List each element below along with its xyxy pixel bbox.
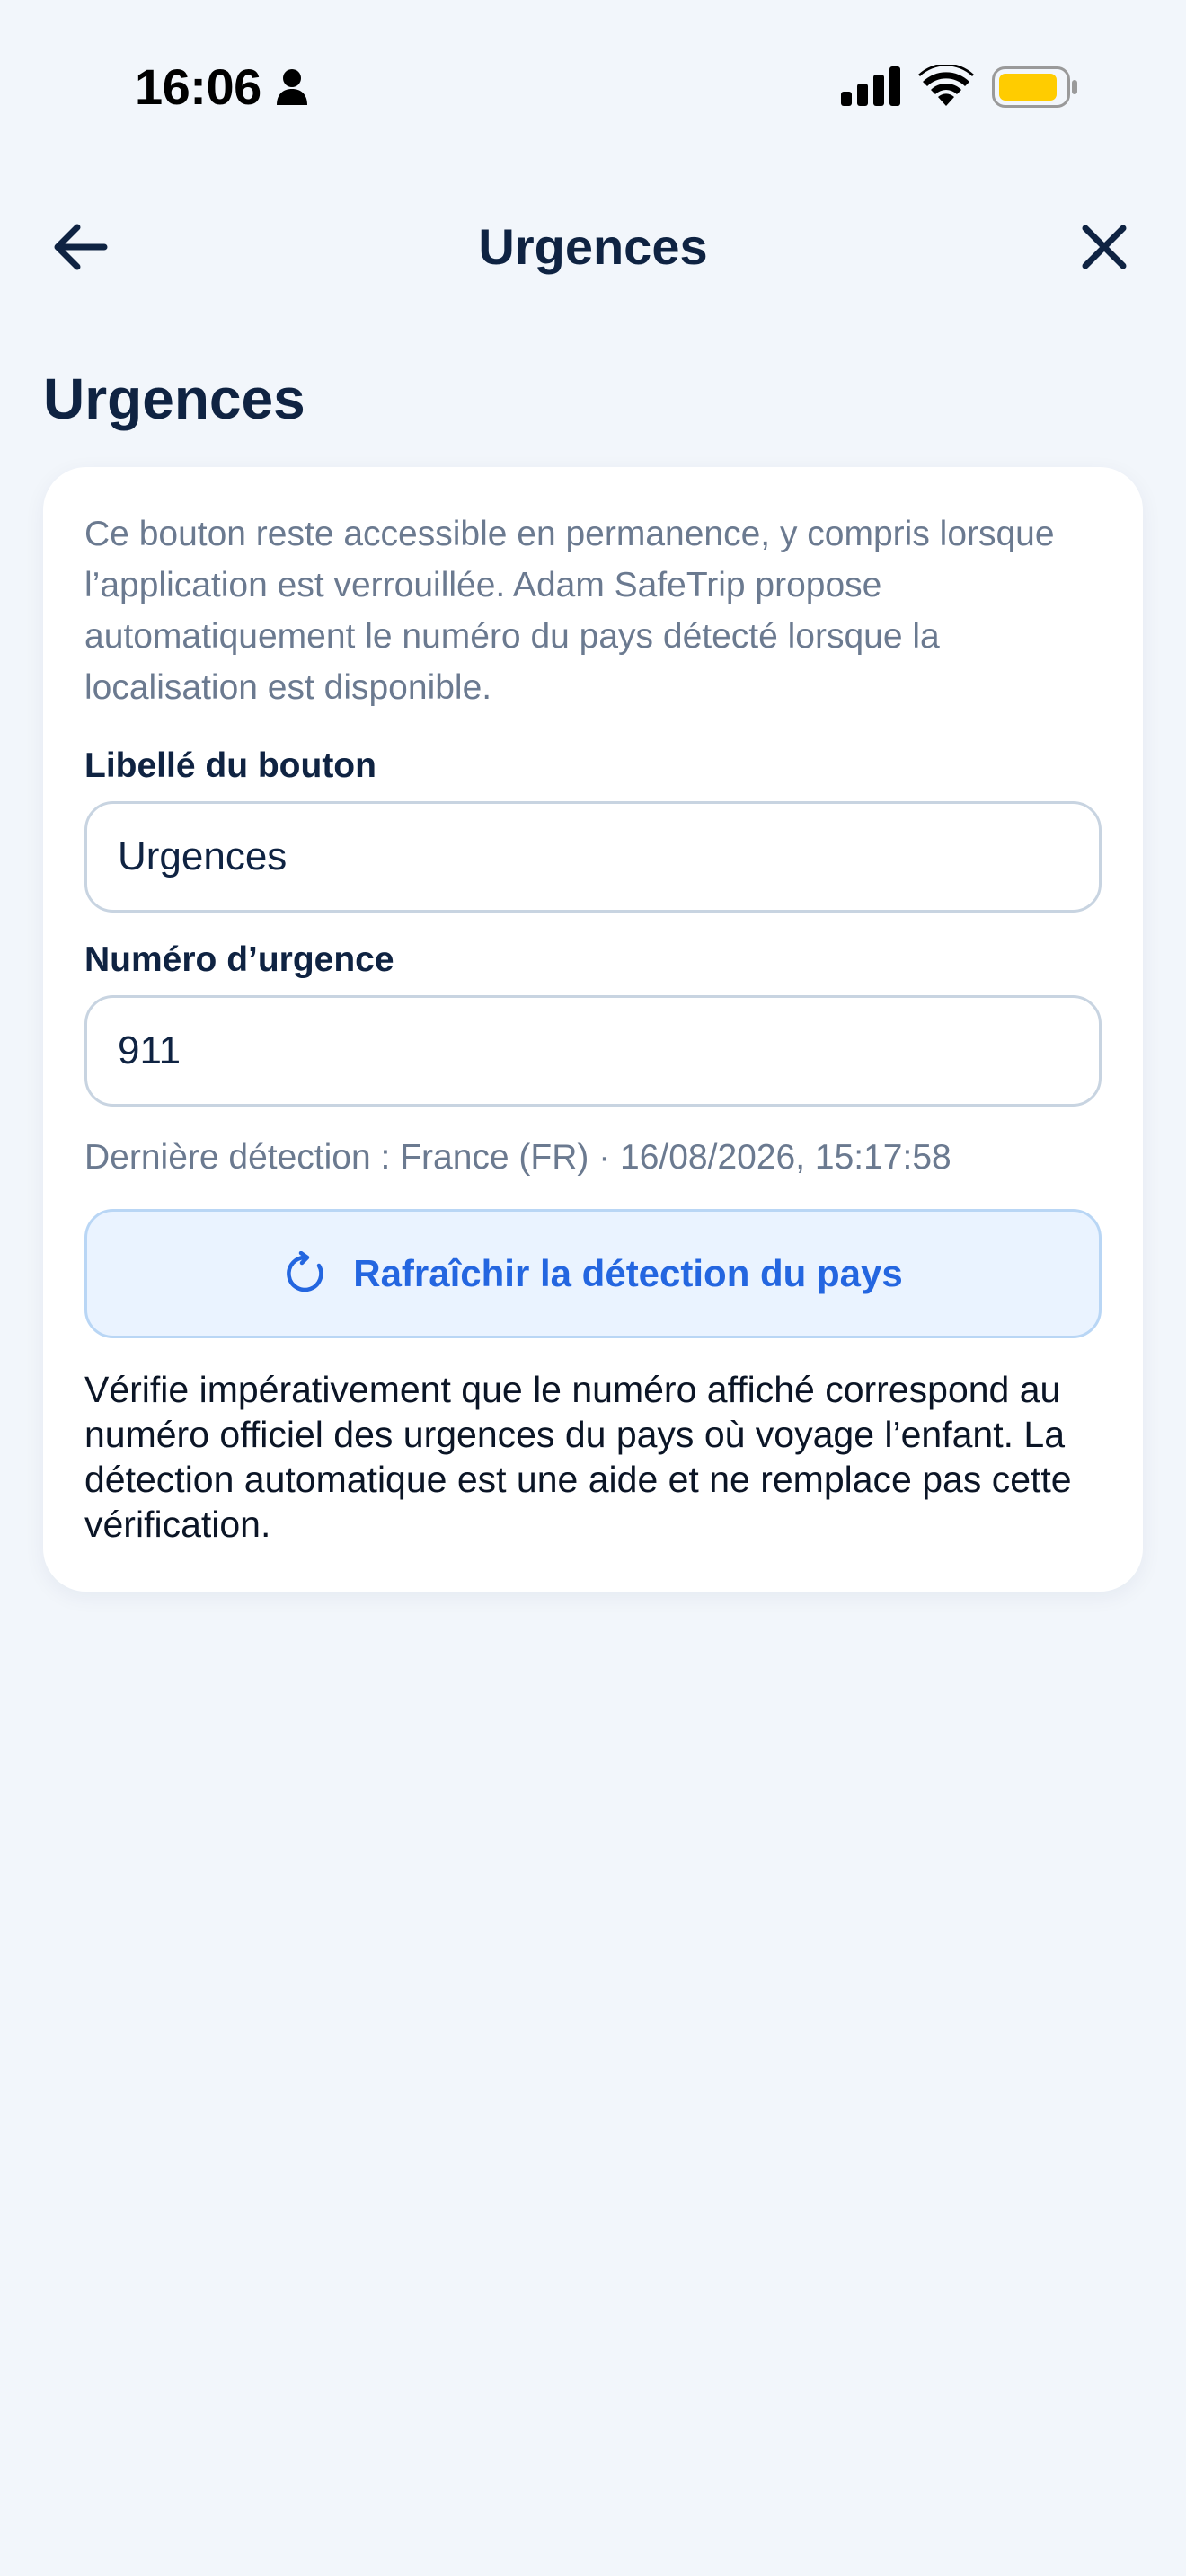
button-label-field-label: Libellé du bouton [84, 746, 376, 785]
refresh-button-label: Rafraîchir la détection du pays [353, 1252, 903, 1294]
nav-bar: Urgences [0, 198, 1186, 296]
battery-icon [992, 66, 1077, 108]
emergency-number-field-label: Numéro d’urgence [84, 940, 394, 979]
person-fill-icon [277, 69, 307, 105]
nav-title: Urgences [478, 218, 708, 275]
close-button[interactable] [1071, 216, 1137, 278]
button-label-input[interactable] [84, 801, 1102, 913]
last-detection-text: Dernière détection : France (FR) · 16/08… [84, 1138, 951, 1177]
emergency-number-input[interactable] [84, 995, 1102, 1107]
emergency-settings-card: Ce bouton reste accessible en permanence… [43, 467, 1143, 1592]
arrow-left-icon [54, 224, 108, 270]
refresh-detection-button[interactable]: Rafraîchir la détection du pays [84, 1209, 1102, 1338]
cellular-signal-icon [841, 66, 900, 106]
close-icon [1082, 225, 1127, 269]
wifi-icon [918, 65, 974, 106]
status-time: 16:06 [135, 58, 261, 115]
verification-warning-text: Vérifie impérativement que le numéro aff… [84, 1369, 1072, 1545]
back-button[interactable] [41, 216, 117, 278]
refresh-icon [287, 1251, 323, 1292]
page-title: Urgences [43, 366, 305, 431]
status-bar: 16:06 [0, 0, 1186, 171]
card-intro-text: Ce bouton reste accessible en permanence… [84, 515, 1055, 707]
